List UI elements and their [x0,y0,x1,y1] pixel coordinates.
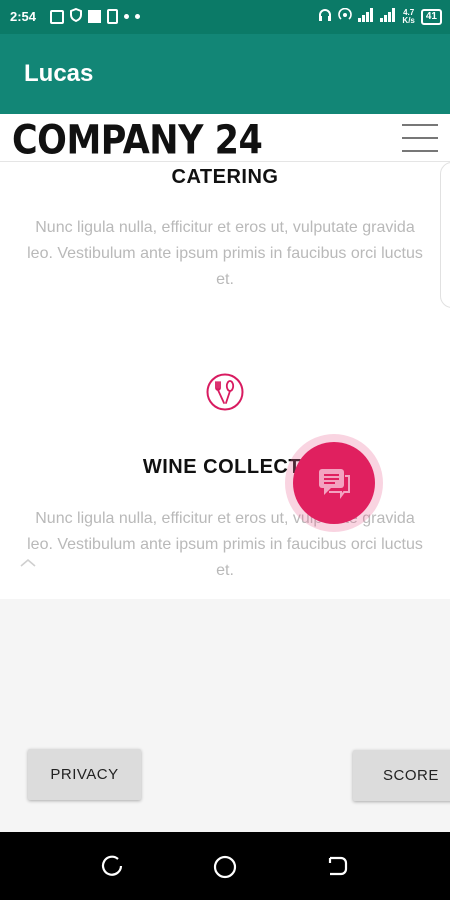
home-icon[interactable] [212,854,238,880]
hotspot-icon [338,7,353,25]
phone-icon [107,9,118,24]
more-dot-icon [135,14,140,19]
notification-icons [50,7,140,25]
system-nav-bar [0,832,450,900]
chat-button[interactable] [293,442,375,524]
chevron-up-icon[interactable] [18,556,38,570]
back-icon[interactable] [325,854,349,878]
signal-icon [358,8,374,25]
status-time: 2:54 [10,9,37,24]
score-button[interactable]: SCORE [353,750,450,801]
more-dot-icon [124,14,129,19]
network-speed-unit: K/s [402,15,415,25]
battery-icon: 41 [420,8,442,25]
app-bar: Lucas [0,34,450,114]
page-content[interactable]: CATERING Nunc ligula nulla, efficitur et… [0,162,450,599]
site-header: COMPANY 24 [0,114,450,164]
site-logo[interactable]: COMPANY 24 [12,118,263,164]
fork-spoon-icon [206,373,244,411]
status-bar: 2:54 4.7 K/s 41 [0,0,450,34]
gallery-icon [50,9,64,24]
network-speed: 4.7 K/s [402,8,415,25]
headset-icon [318,8,332,25]
menu-icon[interactable] [402,124,438,152]
section-text-catering: Nunc ligula nulla, efficitur et eros ut,… [27,219,423,288]
privacy-button[interactable]: PRIVACY [28,749,141,800]
system-icons: 4.7 K/s 41 [318,7,442,25]
signal-icon [380,8,396,25]
recent-apps-icon[interactable] [101,854,125,878]
shield-icon [70,7,82,25]
section-heading-catering: CATERING [171,166,279,188]
app-title: Lucas [24,60,94,87]
stop-icon [88,10,101,23]
chat-icon [319,469,350,499]
